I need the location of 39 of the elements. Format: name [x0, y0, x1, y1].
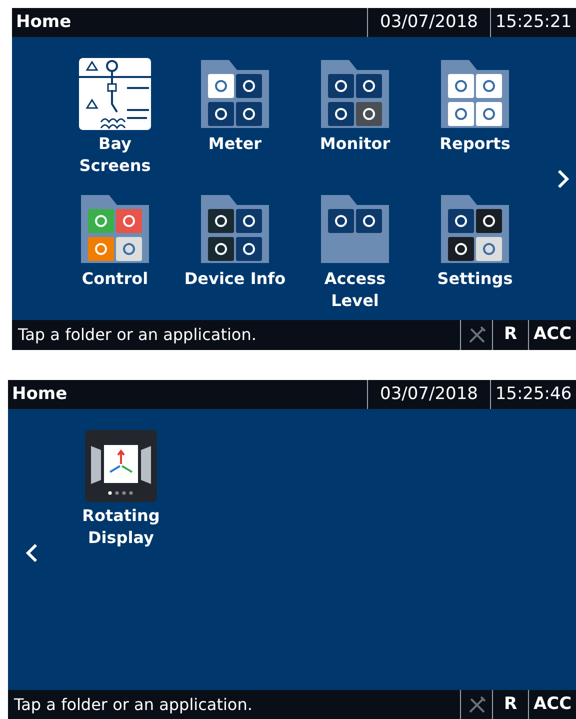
item-label: Control	[82, 268, 148, 290]
previous-page-chevron-icon[interactable]	[25, 543, 39, 563]
status-message: Tap a folder or an application.	[13, 694, 254, 716]
folder-icon	[439, 193, 511, 265]
folder-item[interactable]: Reports	[416, 58, 534, 186]
item-label: Access Level	[324, 268, 386, 312]
item-label: Reports	[440, 133, 510, 155]
folder-item[interactable]: Device Info	[176, 193, 294, 321]
item-label: Rotating Display	[82, 505, 160, 549]
tools-icon	[466, 695, 486, 715]
item-label: Meter	[208, 133, 262, 155]
folder-item[interactable]: Monitor	[296, 58, 414, 186]
item-label: Bay Screens	[79, 133, 151, 177]
item-label: Device Info	[184, 268, 286, 290]
folder-item[interactable]: Access Level	[296, 193, 414, 321]
screen-title: Home	[11, 382, 68, 406]
folder-icon	[199, 58, 271, 130]
single-line-diagram-icon	[79, 58, 151, 130]
item-label: Monitor	[320, 133, 390, 155]
folder-icon	[79, 193, 151, 265]
app-item[interactable]: Rotating Display	[62, 430, 180, 558]
folder-icon	[319, 58, 391, 130]
folder-item[interactable]: Settings	[416, 193, 534, 321]
status-indicator: ACC	[528, 320, 576, 350]
status-indicator: ACC	[528, 690, 576, 719]
status-message: Tap a folder or an application.	[17, 324, 258, 346]
folder-icon	[439, 58, 511, 130]
folder-icon	[199, 193, 271, 265]
folder-item[interactable]: Meter	[176, 58, 294, 186]
folder-item[interactable]: Control	[56, 193, 174, 321]
status-indicator: R	[492, 320, 528, 350]
status-indicator: R	[492, 690, 528, 719]
rotating-display-icon	[85, 430, 157, 502]
next-page-chevron-icon[interactable]	[556, 169, 570, 189]
app-item[interactable]: Bay Screens	[56, 58, 174, 186]
screen-title: Home	[15, 10, 72, 34]
tools-icon	[466, 325, 486, 345]
folder-icon	[319, 193, 391, 265]
item-label: Settings	[437, 268, 513, 290]
